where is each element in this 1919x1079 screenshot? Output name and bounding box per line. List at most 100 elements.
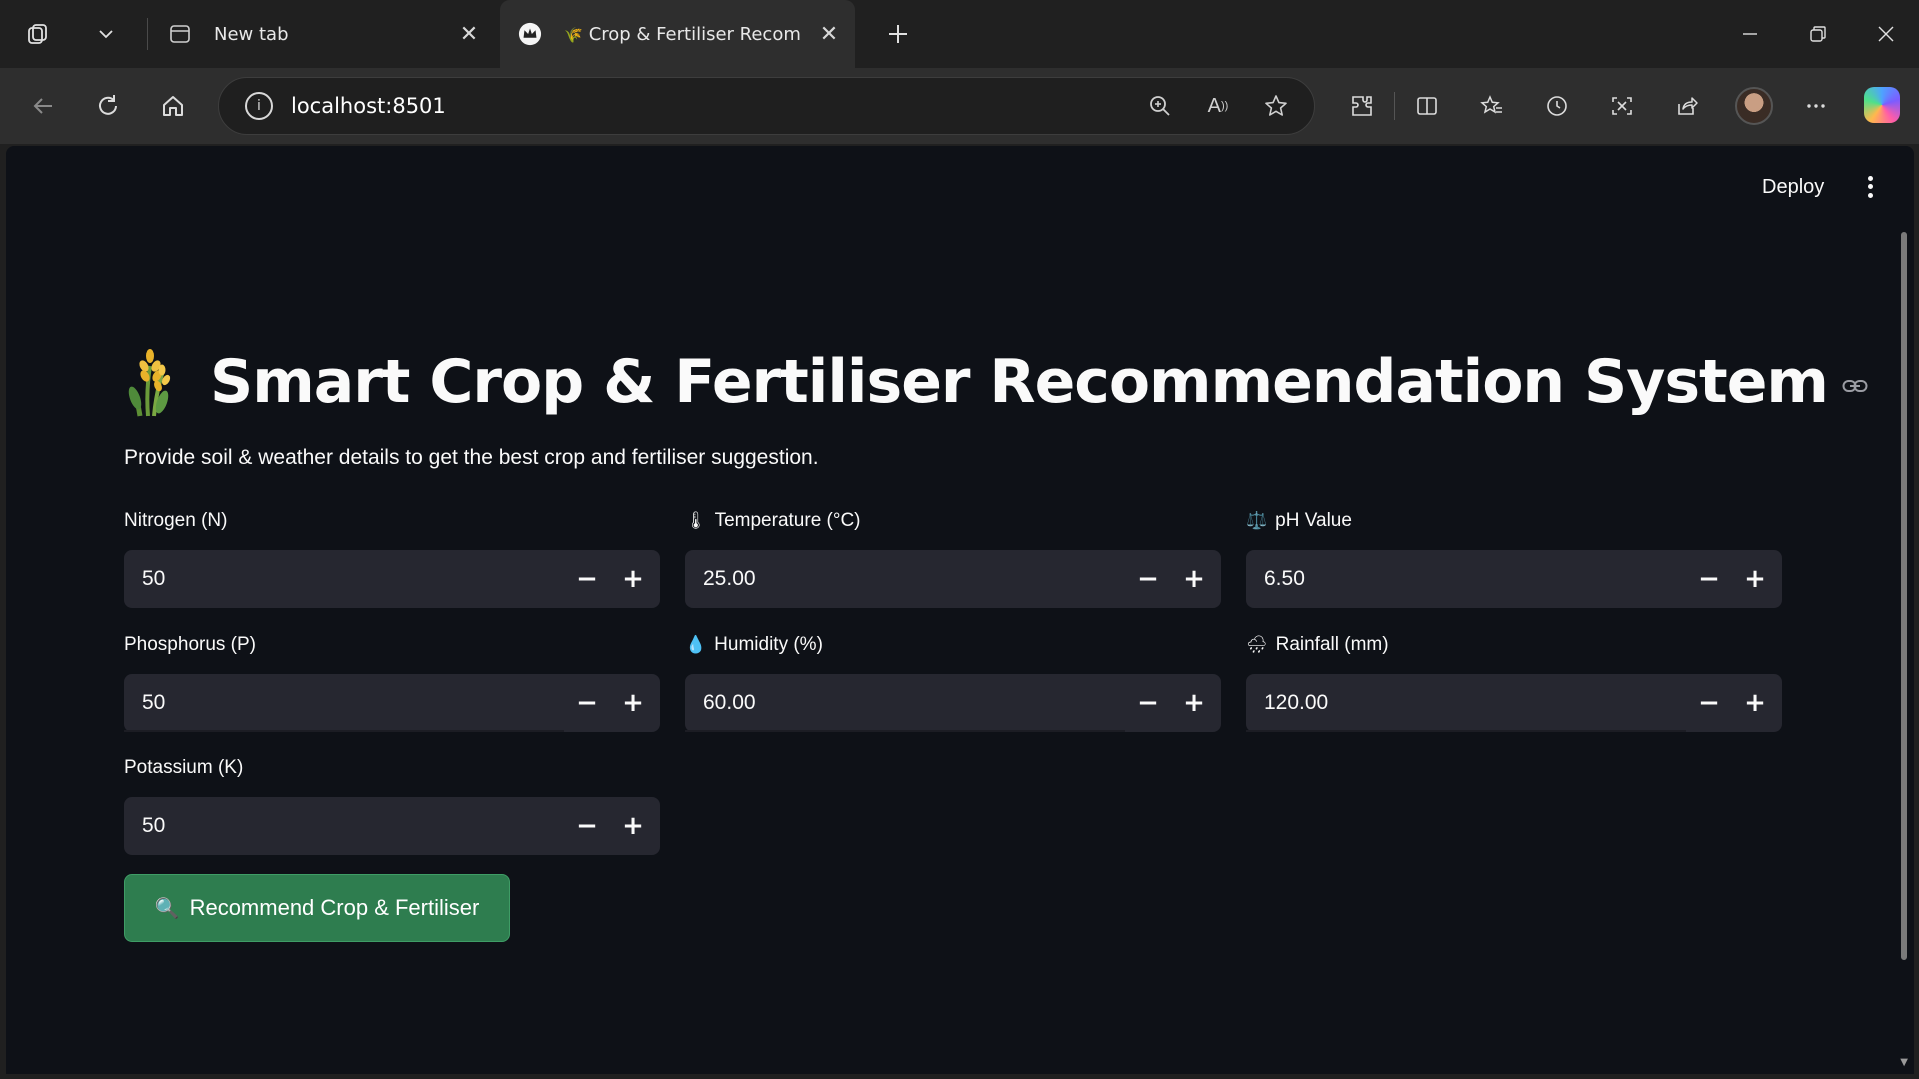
recommend-button-label: Recommend Crop & Fertiliser — [189, 895, 480, 920]
tab-actions-chevron-icon[interactable] — [92, 20, 120, 48]
close-window-icon[interactable] — [1866, 14, 1906, 54]
page-subtitle: Provide soil & weather details to get th… — [124, 446, 819, 469]
phosphorus-field: Phosphorus (P) 50 − + — [124, 630, 660, 732]
balance-scale-icon: ⚖️ — [1246, 511, 1268, 530]
field-label: Nitrogen (N) — [124, 510, 228, 531]
phosphorus-number-input[interactable]: 50 − + — [124, 674, 660, 732]
humidity-value[interactable]: 60.00 — [685, 691, 1125, 715]
temperature-number-input[interactable]: 25.00 − + — [685, 550, 1221, 608]
split-screen-icon[interactable] — [1409, 88, 1445, 124]
decrement-button[interactable]: − — [564, 674, 610, 732]
anchor-link-icon[interactable] — [1842, 373, 1868, 401]
potassium-number-input[interactable]: 50 − + — [124, 797, 660, 855]
browser-toolbar: i localhost:8501 A)) — [0, 68, 1919, 144]
humidity-field: 💧 Humidity (%) 60.00 − + — [685, 630, 1221, 732]
field-label: 🌡 Temperature (°C) — [685, 510, 861, 531]
site-info-icon[interactable]: i — [245, 92, 273, 120]
close-tab-icon[interactable]: ✕ — [451, 22, 487, 47]
streamlit-crown-icon — [518, 22, 542, 46]
increment-button[interactable]: + — [610, 674, 656, 732]
decrement-button[interactable]: − — [1686, 674, 1732, 732]
home-icon[interactable] — [154, 87, 192, 125]
toolbar-separator — [1394, 92, 1395, 120]
back-icon[interactable] — [24, 87, 62, 125]
input-underline — [1246, 730, 1686, 732]
field-label: ⚖️ pH Value — [1246, 510, 1352, 531]
favorite-star-icon[interactable] — [1256, 86, 1296, 126]
zoom-icon[interactable] — [1140, 86, 1180, 126]
new-tab-page-icon — [168, 22, 192, 46]
deploy-button[interactable]: Deploy — [1762, 176, 1824, 199]
favorites-icon[interactable] — [1474, 88, 1510, 124]
address-bar[interactable]: i localhost:8501 A)) — [218, 77, 1315, 135]
page-title: Smart Crop & Fertiliser Recommendation S… — [210, 347, 1829, 417]
profile-avatar[interactable] — [1735, 87, 1773, 125]
decrement-button[interactable]: − — [1125, 550, 1171, 608]
new-tab-plus-icon[interactable] — [884, 20, 912, 48]
temperature-value[interactable]: 25.00 — [685, 567, 1125, 591]
rain-cloud-icon: 🌧 — [1246, 635, 1268, 654]
rainfall-field: 🌧 Rainfall (mm) 120.00 − + — [1246, 630, 1782, 732]
nitrogen-value[interactable]: 50 — [124, 567, 564, 591]
droplet-icon: 💧 — [685, 635, 707, 654]
more-options-icon[interactable] — [1798, 88, 1834, 124]
potassium-value[interactable]: 50 — [124, 814, 564, 838]
increment-button[interactable]: + — [1171, 550, 1217, 608]
field-label: Phosphorus (P) — [124, 634, 257, 655]
copilot-icon[interactable] — [1864, 87, 1900, 123]
tab-label: New tab — [214, 23, 289, 45]
input-underline — [685, 730, 1125, 732]
decrement-button[interactable]: − — [1686, 550, 1732, 608]
scrollbar-thumb[interactable] — [1901, 232, 1907, 960]
recommend-button[interactable]: 🔍 Recommend Crop & Fertiliser — [124, 874, 510, 942]
phosphorus-value[interactable]: 50 — [124, 691, 564, 715]
browser-titlebar: New tab ✕ 🌾 Crop & Fertiliser Recom ✕ — [0, 0, 1919, 68]
field-label: Potassium (K) — [124, 757, 244, 778]
app-page: ▼ Deploy Smart Crop & Fertiliser Recomme… — [6, 146, 1914, 1074]
titlebar-separator — [147, 18, 148, 50]
screenshot-icon[interactable] — [1604, 88, 1640, 124]
nitrogen-field: Nitrogen (N) 50 − + — [124, 506, 660, 608]
field-label: 💧 Humidity (%) — [685, 634, 823, 655]
increment-button[interactable]: + — [1171, 674, 1217, 732]
wheat-sheaf-icon — [118, 346, 182, 418]
scrollbar[interactable]: ▼ — [1898, 146, 1912, 1074]
field-label: 🌧 Rainfall (mm) — [1246, 634, 1389, 655]
ph-value[interactable]: 6.50 — [1246, 567, 1686, 591]
address-url[interactable]: localhost:8501 — [291, 94, 1140, 118]
increment-button[interactable]: + — [610, 550, 656, 608]
history-icon[interactable] — [1539, 88, 1575, 124]
potassium-field: Potassium (K) 50 − + — [124, 753, 660, 855]
restore-icon[interactable] — [1798, 14, 1838, 54]
increment-button[interactable]: + — [610, 797, 656, 855]
crop-favicon: 🌾 — [564, 25, 583, 44]
magnifier-icon: 🔍 — [154, 897, 180, 920]
main-menu-icon[interactable] — [1858, 170, 1882, 204]
humidity-number-input[interactable]: 60.00 − + — [685, 674, 1221, 732]
input-underline — [124, 730, 564, 732]
refresh-icon[interactable] — [89, 87, 127, 125]
temperature-field: 🌡 Temperature (°C) 25.00 − + — [685, 506, 1221, 608]
tab-crop-fertiliser[interactable]: 🌾 Crop & Fertiliser Recom ✕ — [500, 0, 855, 68]
share-icon[interactable] — [1669, 88, 1705, 124]
increment-button[interactable]: + — [1732, 550, 1778, 608]
increment-button[interactable]: + — [1732, 674, 1778, 732]
extensions-icon[interactable] — [1344, 88, 1380, 124]
tab-label: 🌾 Crop & Fertiliser Recom — [564, 23, 801, 45]
workspaces-icon[interactable] — [24, 20, 52, 48]
tab-new-tab[interactable]: New tab ✕ — [150, 0, 495, 68]
decrement-button[interactable]: − — [564, 797, 610, 855]
rainfall-value[interactable]: 120.00 — [1246, 691, 1686, 715]
decrement-button[interactable]: − — [1125, 674, 1171, 732]
ph-field: ⚖️ pH Value 6.50 − + — [1246, 506, 1782, 608]
decrement-button[interactable]: − — [564, 550, 610, 608]
read-aloud-icon[interactable]: A)) — [1198, 86, 1238, 126]
scroll-down-arrow-icon[interactable]: ▼ — [1900, 1057, 1908, 1068]
nitrogen-number-input[interactable]: 50 − + — [124, 550, 660, 608]
ph-number-input[interactable]: 6.50 − + — [1246, 550, 1782, 608]
minimize-icon[interactable] — [1730, 14, 1770, 54]
page-title-row: Smart Crop & Fertiliser Recommendation S… — [118, 342, 1868, 422]
close-tab-icon[interactable]: ✕ — [811, 22, 847, 47]
rainfall-number-input[interactable]: 120.00 − + — [1246, 674, 1782, 732]
thermometer-icon: 🌡 — [685, 511, 707, 530]
